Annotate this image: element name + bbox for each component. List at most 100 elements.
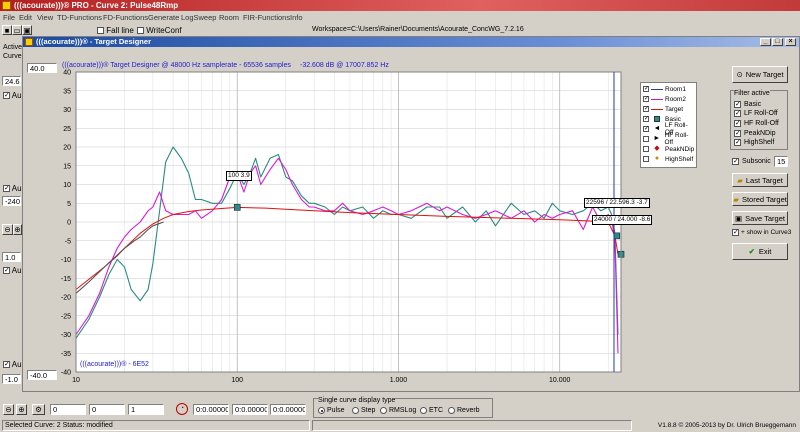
filter-hf-rolloff-checkbox[interactable]: ✓ HF Roll-Off [734,120,779,127]
filter-lf-rolloff-label: LF Roll-Off [744,110,778,117]
settings-gear-icon[interactable]: ⚙ [32,404,45,415]
radio-step-label: Step [361,407,376,414]
legend-highshelf-circle-icon: ● [654,155,660,162]
save-target-button[interactable]: ▣ Save Target [732,211,788,225]
zoom-in-bottom-icon[interactable]: ⊕ [16,404,27,415]
legend-item-highshelf[interactable]: ● HighShelf [643,154,693,164]
legend-item-room2[interactable]: ✓ Room2 [643,94,686,104]
exit-label: Exit [758,247,772,256]
legend-lf-rolloff-arrow-icon: ◄ [653,125,661,132]
subsonic-label: Subsonic [742,158,771,165]
watermark-text: (((acourate)))® - 6E52 [80,361,149,368]
filter-peakndip-checkbox[interactable]: ✓ PeakNDip [734,130,776,137]
subsonic-field[interactable]: 15 [774,156,788,167]
new-target-button[interactable]: ⊙ New Target [732,66,788,83]
filter-highshelf-checkbox[interactable]: ✓ HighShelf [734,139,774,146]
y-tick-label: 35 [63,88,71,95]
legend-room1-swatch [651,86,663,92]
status-selected-curve: Selected Curve: 2 Status: modified [2,420,310,431]
y-tick-label: 15 [63,163,71,170]
legend-basic-square-icon [651,116,663,122]
y-tick-label: 25 [63,126,71,133]
timer-icon[interactable]: ◔ [176,403,188,415]
radio-rmslog[interactable]: RMSLog [380,407,416,414]
filter-hf-rolloff-label: HF Roll-Off [744,120,779,127]
start-field[interactable]: 0 [50,404,86,415]
radio-etc[interactable]: ETC [420,407,443,414]
last-target-label: Last Target [745,175,783,185]
zoom-out-bottom-icon[interactable]: ⊖ [3,404,14,415]
legend-peakndip-checkbox[interactable] [643,146,649,152]
filter-highshelf-label: HighShelf [744,139,775,146]
time-field-3[interactable]: 0:0.00000 [270,404,306,415]
chart-legend: ✓ Room1 ✓ Room2 ✓ Target ✓ Basic ✓ ◄ LF Roll-O… [640,82,697,168]
radio-pulse-label: Pulse [327,407,345,414]
y-tick-label: 0 [67,220,71,227]
stored-target-button[interactable]: ▰ Stored Target [732,192,788,206]
legend-room2-swatch [651,96,663,102]
marker-label-100hz: 100 3.9 [226,171,252,181]
legend-highshelf-label: HighShelf [665,155,694,163]
status-version: V1.8.8 © 2005-2013 by Dr. Ulrich Bruegge… [657,422,796,429]
save-target-label: Save Target [745,213,785,223]
y-tick-label: -15 [61,276,71,283]
y-tick-label: -25 [61,313,71,320]
legend-hf-rolloff-arrow-icon: ► [653,135,661,142]
filter-lf-rolloff-checkbox[interactable]: ✓ LF Roll-Off [734,110,778,117]
legend-peakndip-diamond-icon: ◆ [654,145,660,152]
status-empty-panel [312,420,632,431]
legend-hf-rolloff-checkbox[interactable] [643,136,649,142]
legend-item-target[interactable]: ✓ Target [643,104,683,114]
y-tick-label: 40 [63,70,71,77]
new-target-icon: ⊙ [736,70,743,79]
basic-marker-square [233,204,241,211]
exit-button[interactable]: ✔ Exit [732,243,788,260]
legend-room2-label: Room2 [665,95,686,103]
legend-room2-checkbox[interactable]: ✓ [643,96,649,102]
end-field[interactable]: 0 [89,404,125,415]
legend-item-hf-rolloff[interactable]: ► HF Roll-Off [643,132,696,146]
x-tick-label: 10 [72,377,80,384]
time-field-1[interactable]: 0:0.00000 [193,404,229,415]
subsonic-checkbox[interactable]: ✓ Subsonic [732,158,771,165]
y-tick-labels: 40 35 30 25 20 15 10 5 0 -5 -10 -15 -20 -25 -30 -35 -40 [61,70,71,377]
y-tick-label: -5 [65,238,71,245]
time-field-2[interactable]: 0:0.00000 [232,404,268,415]
y-tick-label: -35 [61,351,71,358]
filter-active-group: Filter active ✓ Basic ✓ LF Roll-Off ✓ HF Ro… [730,90,788,150]
filter-basic-checkbox[interactable]: ✓ Basic [734,101,761,108]
x-tick-label: 100 [231,377,243,384]
radio-etc-label: ETC [429,407,443,414]
legend-highshelf-checkbox[interactable] [643,156,649,162]
filter-basic-label: Basic [744,101,762,108]
legend-room1-checkbox[interactable]: ✓ [643,86,649,92]
show-in-curve3-label: + show in Curve3 [741,229,792,236]
legend-item-peakndip[interactable]: ◆ PeakNDip [643,144,694,154]
radio-step[interactable]: Step [352,407,375,414]
legend-target-swatch [651,106,663,112]
y-tick-label: -30 [61,332,71,339]
y-tick-label: 30 [63,107,71,114]
y-tick-label: -20 [61,295,71,302]
marker-label-24000hz: 24000 / 24.000 -8.6 [592,215,653,225]
display-type-title: Single curve display type [318,397,396,404]
radio-pulse[interactable]: Pulse [318,407,345,414]
last-target-button[interactable]: ▰ Last Target [732,173,788,187]
checkmark-icon: ✔ [748,247,755,256]
folder-stored-icon: ▰ [733,194,739,204]
legend-target-label: Target [665,105,684,113]
radio-reverb-label: Reverb [457,407,480,414]
x-tick-label: 10.000 [549,377,571,384]
scale-field[interactable]: 1 [128,404,164,415]
folder-open-icon: ▰ [737,175,743,185]
status-bar: Selected Curve: 2 Status: modified V1.8.… [0,420,800,432]
show-in-curve3-checkbox[interactable]: ✓ + show in Curve3 [732,229,791,236]
legend-basic-checkbox[interactable]: ✓ [643,116,649,122]
legend-target-checkbox[interactable]: ✓ [643,106,649,112]
y-tick-label: -10 [61,257,71,264]
radio-reverb[interactable]: Reverb [448,407,480,414]
x-tick-labels: 10 100 1.000 10.000 [72,377,570,384]
new-target-label: New Target [745,70,784,79]
legend-item-room1[interactable]: ✓ Room1 [643,84,686,94]
legend-lf-rolloff-checkbox[interactable]: ✓ [643,126,649,132]
